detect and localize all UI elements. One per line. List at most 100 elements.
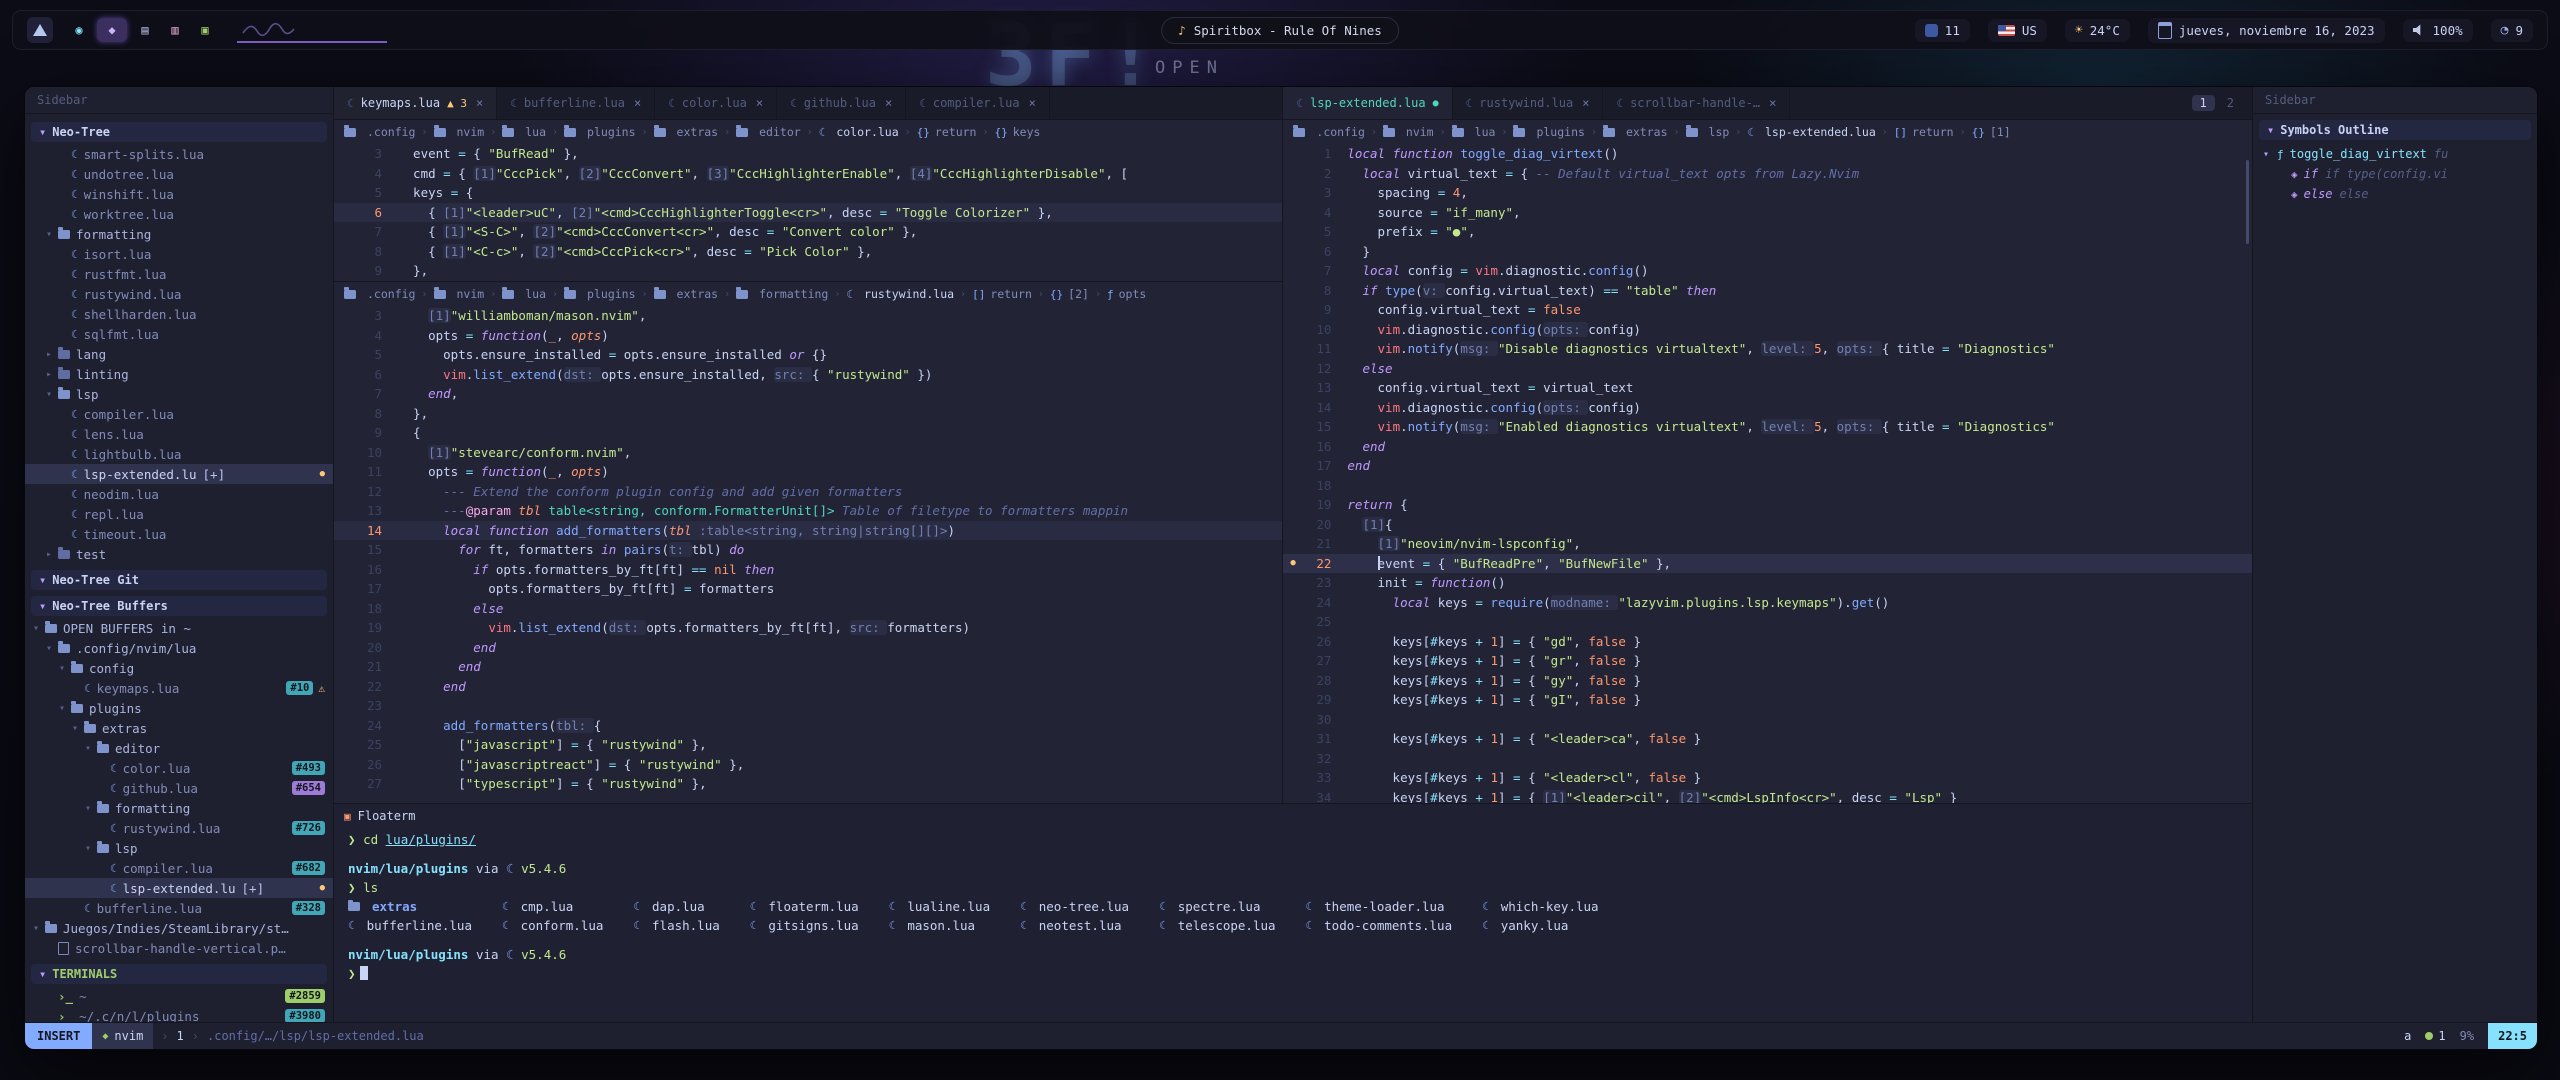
tab-lsp-extended-lua[interactable]: ☾lsp-extended.lua● bbox=[1283, 87, 1452, 119]
code-line-10[interactable]: 10 vim.diagnostic.config(opts: config) bbox=[1283, 320, 2252, 340]
tree-item-scrollbar-handle-vertical-p[interactable]: scrollbar-handle-vertical.p… bbox=[25, 938, 333, 958]
section-header-terminals[interactable]: ▾TERMINALS bbox=[31, 964, 327, 984]
code-line-11[interactable]: 11 vim.notify(msg: "Disable diagnostics … bbox=[1283, 339, 2252, 359]
breadcrumb-item-nvim[interactable]: nvim bbox=[434, 287, 485, 301]
breadcrumb-item-extras[interactable]: extras bbox=[1603, 125, 1668, 139]
breadcrumb-item-extras[interactable]: extras bbox=[654, 125, 719, 139]
now-playing-widget[interactable]: ♪ Spiritbox - Rule Of Nines bbox=[1161, 17, 1399, 44]
layout-indicator[interactable]: US bbox=[1988, 19, 2047, 42]
code-line-24[interactable]: 24 local keys = require(modname: "lazyvi… bbox=[1283, 593, 2252, 613]
code-line-13[interactable]: 13 config.virtual_text = virtual_text bbox=[1283, 378, 2252, 398]
code-line-21[interactable]: 21 [1]"neovim/nvim-lspconfig", bbox=[1283, 534, 2252, 554]
code-line-25[interactable]: 25 bbox=[1283, 612, 2252, 632]
breadcrumb-item-1[interactable]: {}[1] bbox=[1972, 125, 2011, 139]
code-line-4[interactable]: 4 opts = function(_, opts) bbox=[334, 326, 1282, 346]
code-line-21[interactable]: 21 end bbox=[334, 657, 1282, 677]
breadcrumb-item-nvim[interactable]: nvim bbox=[434, 125, 485, 139]
code-line-26[interactable]: 26 keys[#keys + 1] = { "gd", false } bbox=[1283, 632, 2252, 652]
code-line-13[interactable]: 13 ---@param tbl table<string, conform.F… bbox=[334, 501, 1282, 521]
tab-keymaps-lua[interactable]: ☾keymaps.lua▲ 3× bbox=[334, 87, 497, 119]
breadcrumb-item-config[interactable]: .config bbox=[344, 287, 415, 301]
code-line-6[interactable]: 6 { [1]"<leader>uC", [2]"<cmd>CccHighlig… bbox=[334, 203, 1282, 223]
code-line-5[interactable]: 5 prefix = "●", bbox=[1283, 222, 2252, 242]
tray-widget[interactable]: ◔9 bbox=[2491, 19, 2533, 42]
tree-item-item[interactable]: ›_~#2859 bbox=[25, 986, 333, 1006]
tab-bufferline-lua[interactable]: ☾bufferline.lua× bbox=[497, 87, 655, 119]
tree-item-neodim-lua[interactable]: ☾neodim.lua bbox=[25, 484, 333, 504]
close-icon[interactable]: × bbox=[634, 96, 641, 110]
section-header-neo-tree[interactable]: ▾Neo-Tree bbox=[31, 122, 327, 142]
section-header-neo-tree-buffers[interactable]: ▾Neo-Tree Buffers bbox=[31, 596, 327, 616]
code-line-4[interactable]: 4 source = "if_many", bbox=[1283, 203, 2252, 223]
tree-item-linting[interactable]: ▸linting bbox=[25, 364, 333, 384]
breadcrumb-item-color-lua[interactable]: ☾color.lua bbox=[819, 125, 899, 139]
tree-item-formatting[interactable]: ▾formatting bbox=[25, 224, 333, 244]
code-line-12[interactable]: 12 else bbox=[1283, 359, 2252, 379]
tree-item-github-lua[interactable]: ☾github.lua#654 bbox=[25, 778, 333, 798]
code-line-1[interactable]: 1local function toggle_diag_virtext() bbox=[1283, 144, 2252, 164]
code-line-7[interactable]: 7 end, bbox=[334, 384, 1282, 404]
breadcrumb-item-config[interactable]: .config bbox=[344, 125, 415, 139]
tree-item-worktree-lua[interactable]: ☾worktree.lua bbox=[25, 204, 333, 224]
code-line-16[interactable]: 16 if opts.formatters_by_ft[ft] == nil t… bbox=[334, 560, 1282, 580]
code-line-17[interactable]: 17 opts.formatters_by_ft[ft] = formatter… bbox=[334, 579, 1282, 599]
tab-rustywind-lua[interactable]: ☾rustywind.lua× bbox=[1453, 87, 1604, 119]
tree-item-compiler-lua[interactable]: ☾compiler.lua#682 bbox=[25, 858, 333, 878]
code-line-26[interactable]: 26 ["javascriptreact"] = { "rustywind" }… bbox=[334, 755, 1282, 775]
app-launcher-button[interactable] bbox=[27, 17, 53, 43]
tree-item-extras[interactable]: ▾extras bbox=[25, 718, 333, 738]
code-line-15[interactable]: 15 for ft, formatters in pairs(t: tbl) d… bbox=[334, 540, 1282, 560]
workspace-button-3[interactable]: ▤ bbox=[133, 18, 157, 42]
volume-widget[interactable]: 100% bbox=[2403, 19, 2473, 42]
code-line-3[interactable]: 3 spacing = 4, bbox=[1283, 183, 2252, 203]
tree-item-undotree-lua[interactable]: ☾undotree.lua bbox=[25, 164, 333, 184]
close-icon[interactable]: × bbox=[1582, 96, 1589, 110]
tree-item-lsp-extended-lu[interactable]: ☾lsp-extended.lu[+]● bbox=[25, 878, 333, 898]
breadcrumb-item-return[interactable]: []return bbox=[972, 287, 1032, 301]
breadcrumb-item-nvim[interactable]: nvim bbox=[1383, 125, 1434, 139]
code-line-20[interactable]: 20 [1]{ bbox=[1283, 515, 2252, 535]
code-line-17[interactable]: 17end bbox=[1283, 456, 2252, 476]
code-line-32[interactable]: 32 bbox=[1283, 749, 2252, 769]
code-line-24[interactable]: 24 add_formatters(tbl: { bbox=[334, 716, 1282, 736]
code-line-5[interactable]: 5 opts.ensure_installed = opts.ensure_in… bbox=[334, 345, 1282, 365]
code-line-19[interactable]: 19return { bbox=[1283, 495, 2252, 515]
breadcrumb-item-lua[interactable]: lua bbox=[502, 125, 546, 139]
tab-github-lua[interactable]: ☾github.lua× bbox=[777, 87, 906, 119]
tree-item-smart-splits-lua[interactable]: ☾smart-splits.lua bbox=[25, 144, 333, 164]
workspace-button-4[interactable]: ▥ bbox=[163, 18, 187, 42]
tree-item-bufferline-lua[interactable]: ☾bufferline.lua#328 bbox=[25, 898, 333, 918]
tree-item-timeout-lua[interactable]: ☾timeout.lua bbox=[25, 524, 333, 544]
breadcrumb-item-editor[interactable]: editor bbox=[736, 125, 801, 139]
close-icon[interactable]: × bbox=[756, 96, 763, 110]
code-line-7[interactable]: 7 { [1]"<S-C>", [2]"<cmd>CccConvert<cr>"… bbox=[334, 222, 1282, 242]
code-line-14[interactable]: 14 vim.diagnostic.config(opts: config) bbox=[1283, 398, 2252, 418]
code-line-18[interactable]: 18 else bbox=[334, 599, 1282, 619]
tree-item-isort-lua[interactable]: ☾isort.lua bbox=[25, 244, 333, 264]
code-line-22[interactable]: ●22 event = { "BufReadPre", "BufNewFile"… bbox=[1283, 554, 2252, 574]
tree-item-rustywind-lua[interactable]: ☾rustywind.lua bbox=[25, 284, 333, 304]
close-icon[interactable]: × bbox=[885, 96, 892, 110]
code-line-9[interactable]: 9 { bbox=[334, 423, 1282, 443]
tree-item-winshift-lua[interactable]: ☾winshift.lua bbox=[25, 184, 333, 204]
tree-item-keymaps-lua[interactable]: ☾keymaps.lua#10⚠ bbox=[25, 678, 333, 698]
tree-item-color-lua[interactable]: ☾color.lua#493 bbox=[25, 758, 333, 778]
code-line-34[interactable]: 34 keys[#keys + 1] = { [1]"<leader>cil",… bbox=[1283, 788, 2252, 804]
code-line-33[interactable]: 33 keys[#keys + 1] = { "<leader>cl", fal… bbox=[1283, 768, 2252, 788]
code-line-29[interactable]: 29 keys[#keys + 1] = { "gI", false } bbox=[1283, 690, 2252, 710]
tab-compiler-lua[interactable]: ☾compiler.lua× bbox=[906, 87, 1050, 119]
tree-item-sqlfmt-lua[interactable]: ☾sqlfmt.lua bbox=[25, 324, 333, 344]
tree-item-rustfmt-lua[interactable]: ☾rustfmt.lua bbox=[25, 264, 333, 284]
code-line-3[interactable]: 3 [1]"williamboman/mason.nvim", bbox=[334, 306, 1282, 326]
code-line-28[interactable]: 28 keys[#keys + 1] = { "gy", false } bbox=[1283, 671, 2252, 691]
code-line-8[interactable]: 8 }, bbox=[334, 404, 1282, 424]
code-line-19[interactable]: 19 vim.list_extend(dst: opts.formatters_… bbox=[334, 618, 1282, 638]
code-line-23[interactable]: 23 bbox=[334, 696, 1282, 716]
keyboard-indicator[interactable]: 11 bbox=[1915, 19, 1970, 42]
code-line-18[interactable]: 18 bbox=[1283, 476, 2252, 496]
breadcrumb-item-return[interactable]: []return bbox=[1894, 125, 1954, 139]
breadcrumb-item-plugins[interactable]: plugins bbox=[564, 125, 635, 139]
close-icon[interactable]: × bbox=[1769, 96, 1776, 110]
tree-item-lens-lua[interactable]: ☾lens.lua bbox=[25, 424, 333, 444]
breadcrumb-item-rustywind-lua[interactable]: ☾rustywind.lua bbox=[846, 287, 954, 301]
